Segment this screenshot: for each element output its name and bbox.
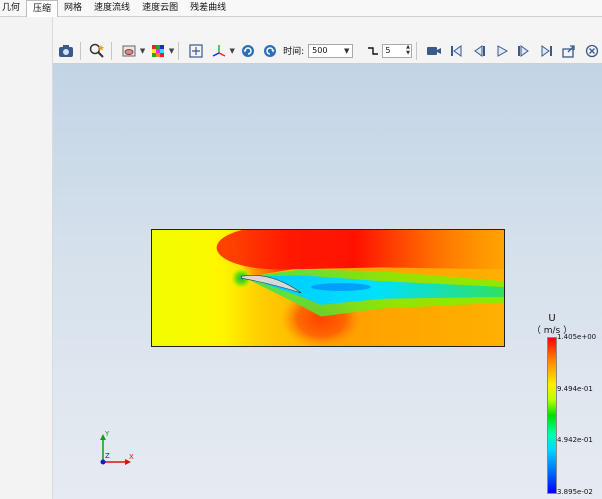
rotate-left-icon[interactable] [238, 41, 258, 61]
menu-bar: 几何 压缩 网格 速度流线 速度云图 残差曲线 [0, 0, 602, 17]
last-frame-icon[interactable] [537, 41, 557, 61]
time-label: 时间: [283, 47, 305, 57]
menu-mesh[interactable]: 网格 [58, 0, 88, 17]
legend-tick-max: 1.405e+00 [557, 333, 597, 341]
menu-velocity-contour[interactable]: 速度云图 [136, 0, 184, 17]
previous-frame-icon[interactable] [469, 41, 489, 61]
time-select[interactable]: 500 ▼ [308, 43, 354, 58]
axis-triad [93, 430, 137, 470]
toolbar-separator [178, 41, 180, 60]
menu-residual-curve[interactable]: 残差曲线 [184, 0, 232, 17]
viewer-toolbar: ▼ ▼ ▼ 时间: 500 ▼ 5 ▲ ▼ [53, 38, 602, 64]
close-icon[interactable] [582, 41, 602, 61]
step-value: 5 [385, 45, 391, 55]
export-icon[interactable] [560, 41, 580, 61]
chevron-down-icon[interactable]: ▼ [140, 47, 145, 55]
chevron-down-icon: ▼ [344, 46, 350, 55]
toolbar-separator [79, 41, 81, 60]
axis-label-x: X [129, 453, 134, 461]
chevron-down-icon[interactable]: ▼ [229, 47, 234, 55]
velocity-contour-plot [151, 229, 505, 347]
toolbar-separator [415, 41, 417, 60]
first-frame-icon[interactable] [447, 41, 467, 61]
left-panel [0, 17, 53, 499]
play-icon[interactable] [492, 41, 512, 61]
chevron-down-icon[interactable]: ▼ [169, 47, 174, 55]
record-video-icon[interactable] [424, 41, 444, 61]
surface-display-icon[interactable] [119, 41, 139, 61]
legend-tick-3: 4.942e-01 [557, 436, 593, 444]
camera-icon[interactable] [56, 41, 76, 61]
step-icon [367, 45, 379, 57]
axis-label-z: Z [105, 452, 110, 460]
fit-view-icon[interactable] [186, 41, 206, 61]
next-frame-icon[interactable] [514, 41, 534, 61]
rotate-right-icon[interactable] [261, 41, 281, 61]
render-viewport[interactable]: U （ m/s ） 1.405e+00 9.494e-01 4.942e-01 … [53, 64, 602, 499]
toolbar-separator [111, 41, 113, 60]
menu-geometry[interactable]: 几何 [0, 0, 26, 17]
menu-velocity-streamline[interactable]: 速度流线 [88, 0, 136, 17]
color-cube-icon[interactable] [148, 41, 168, 61]
axis-label-y: Y [105, 430, 110, 438]
spin-arrows-icon[interactable]: ▲ ▼ [406, 44, 410, 56]
legend-tick-2: 9.494e-01 [557, 385, 593, 393]
time-value: 500 [312, 45, 328, 55]
step-stepper[interactable]: 5 ▲ ▼ [382, 43, 412, 58]
zoom-icon[interactable] [88, 41, 108, 61]
color-legend-bar [547, 337, 557, 494]
legend-tick-min: 3.895e-02 [557, 488, 593, 496]
axes-rotate-icon[interactable] [209, 41, 229, 61]
menu-compress[interactable]: 压缩 [26, 0, 59, 17]
